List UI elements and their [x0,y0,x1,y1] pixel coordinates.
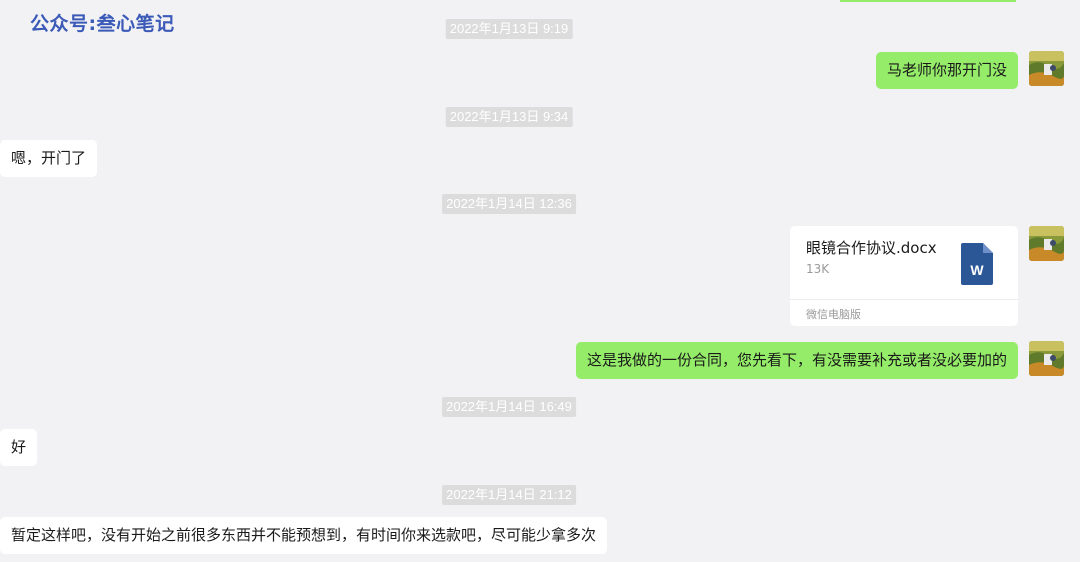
file-name: 眼镜合作协议.docx [806,239,937,257]
avatar[interactable] [1029,341,1064,376]
timestamp: 2022年1月13日 9:34 [445,107,573,127]
file-source-label: 微信电脑版 [806,308,861,321]
word-document-icon: W [961,243,993,285]
file-card-divider [790,299,1018,300]
file-size: 13K [806,262,830,276]
previous-message-bubble-edge [840,0,1016,2]
file-message-card[interactable]: 眼镜合作协议.docx 13K W 微信电脑版 [790,226,1018,326]
outgoing-message[interactable]: 这是我做的一份合同，您先看下，有没需要补充或者没必要加的 [575,342,1018,379]
avatar[interactable] [1029,226,1064,261]
watermark: 公众号:叁心笔记 [30,13,175,35]
word-icon-letter: W [970,262,984,278]
avatar[interactable] [1029,51,1064,86]
incoming-message[interactable]: 好 [0,429,38,466]
chat-area[interactable]: 公众号:叁心笔记 2022年1月13日 9:19 马老师你那开门没 2022年1… [0,0,1080,562]
incoming-message[interactable]: 暂定这样吧，没有开始之前很多东西并不能预想到，有时间你来选款吧，尽可能少拿多次 [0,517,608,554]
timestamp: 2022年1月14日 12:36 [442,194,576,214]
timestamp: 2022年1月14日 16:49 [442,397,576,417]
incoming-message[interactable]: 嗯，开门了 [0,140,98,177]
timestamp: 2022年1月14日 21:12 [442,485,576,505]
timestamp: 2022年1月13日 9:19 [445,19,573,39]
outgoing-message[interactable]: 马老师你那开门没 [875,52,1018,89]
